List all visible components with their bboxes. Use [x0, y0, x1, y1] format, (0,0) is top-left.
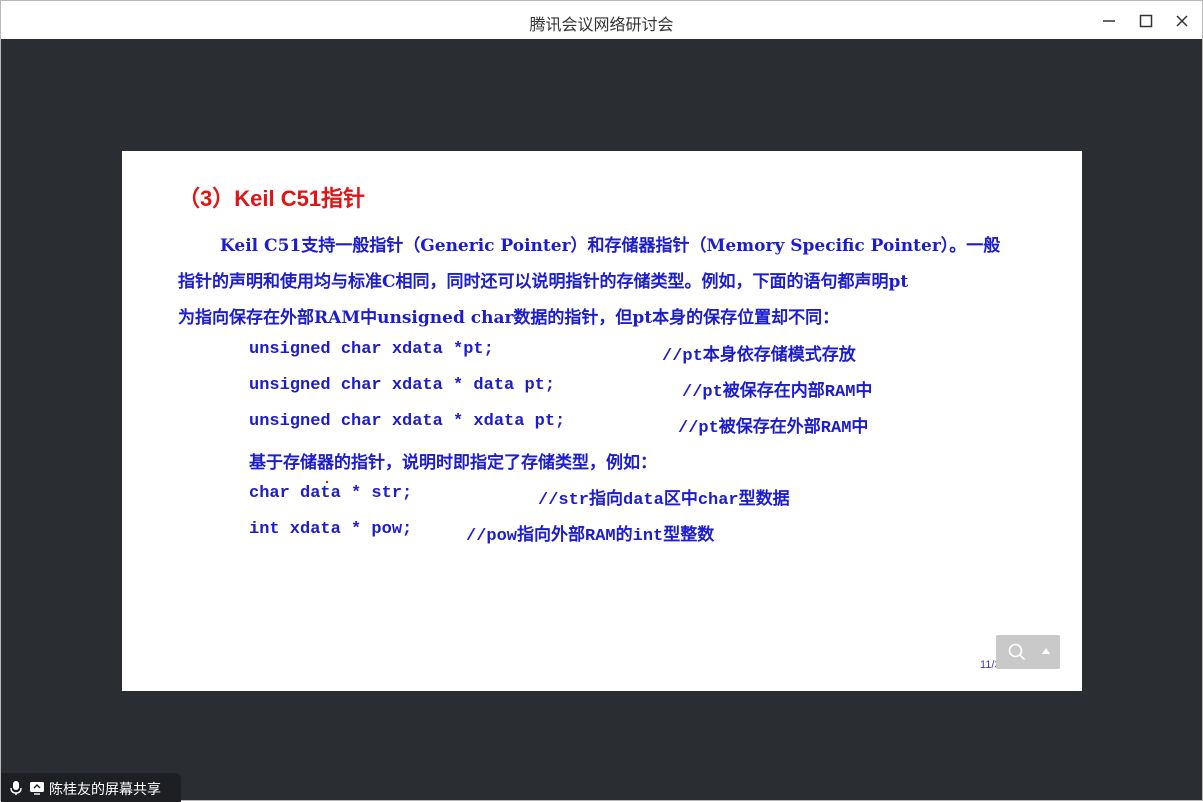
paragraph-line-2: 指针的声明和使用均与标准C相同，同时还可以说明指针的存储类型。例如，下面的语句都…: [178, 272, 909, 292]
paragraph-line-3: 为指向保存在外部RAM中unsigned char数据的指针，但pt本身的保存位…: [178, 308, 840, 328]
code-line-4: char data * str;: [249, 484, 413, 503]
code-comment-5: //pow指向外部RAM的int型整数: [466, 527, 715, 546]
microphone-icon: [10, 781, 22, 795]
share-label: 陈桂友的屏幕共享: [49, 782, 161, 798]
search-icon: [1008, 643, 1026, 661]
note-line: 基于存储器的指针，说明时即指定了存储类型，例如：: [249, 453, 657, 473]
code-line-1: unsigned char xdata *pt;: [249, 340, 494, 359]
slide-zoom-button[interactable]: [996, 635, 1060, 669]
minimize-icon: [1103, 20, 1115, 22]
code-comment-2: //pt被保存在内部RAM中: [682, 383, 873, 402]
title-bar[interactable]: 腾讯会议网络研讨会: [1, 1, 1202, 39]
code-comment-3: //pt被保存在外部RAM中: [678, 419, 869, 438]
paragraph-line-1: Keil C51支持一般指针（Generic Pointer）和存储器指针（Me…: [220, 236, 1001, 256]
meeting-window: 腾讯会议网络研讨会 （3）Keil C51指针 Keil C51支持一般指针（G…: [0, 0, 1203, 802]
maximize-button[interactable]: [1131, 7, 1161, 35]
close-icon: [1176, 15, 1188, 27]
slide-heading: （3）Keil C51指针: [178, 186, 366, 211]
caret-up-icon[interactable]: [1042, 648, 1050, 654]
code-line-5: int xdata * pow;: [249, 520, 413, 539]
code-line-3: unsigned char xdata * xdata pt;: [249, 412, 566, 431]
minimize-button[interactable]: [1094, 7, 1124, 35]
window-title: 腾讯会议网络研讨会: [529, 15, 674, 34]
code-line-2: unsigned char xdata * data pt;: [249, 376, 556, 395]
code-comment-1: //pt本身依存储模式存放: [662, 347, 856, 366]
screen-share-indicator[interactable]: 陈桂友的屏幕共享: [1, 773, 181, 802]
screen-share-icon: [30, 782, 44, 795]
red-dot-mark: [326, 481, 328, 483]
maximize-icon: [1139, 14, 1153, 28]
close-button[interactable]: [1167, 7, 1197, 35]
presentation-slide: （3）Keil C51指针 Keil C51支持一般指针（Generic Poi…: [122, 151, 1082, 691]
code-comment-4: //str指向data区中char型数据: [538, 491, 790, 510]
